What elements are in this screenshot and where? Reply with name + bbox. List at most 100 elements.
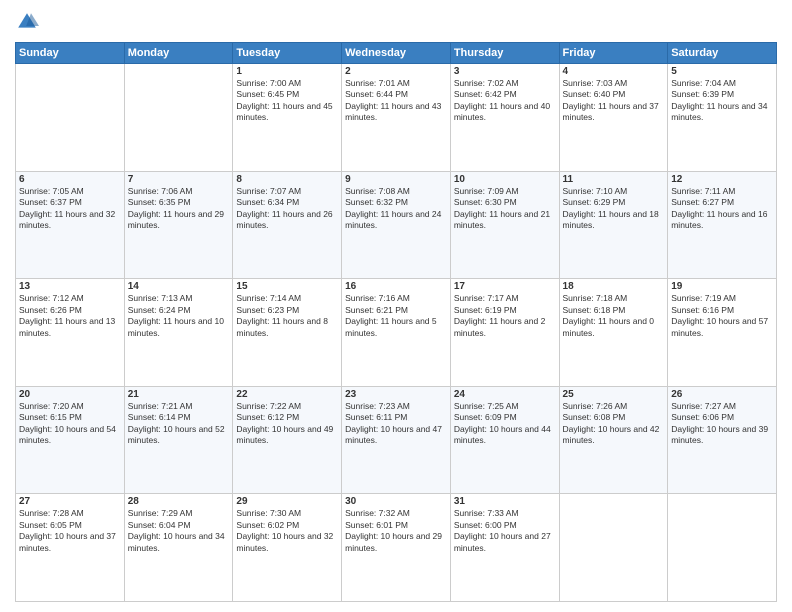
day-info: Sunrise: 7:06 AMSunset: 6:35 PMDaylight:… xyxy=(128,186,230,232)
calendar-day-cell: 24Sunrise: 7:25 AMSunset: 6:09 PMDayligh… xyxy=(450,386,559,494)
day-info: Sunrise: 7:09 AMSunset: 6:30 PMDaylight:… xyxy=(454,186,556,232)
day-number: 14 xyxy=(128,281,230,292)
day-info: Sunrise: 7:07 AMSunset: 6:34 PMDaylight:… xyxy=(236,186,338,232)
day-info: Sunrise: 7:32 AMSunset: 6:01 PMDaylight:… xyxy=(345,508,447,554)
day-info: Sunrise: 7:18 AMSunset: 6:18 PMDaylight:… xyxy=(563,293,665,339)
day-number: 10 xyxy=(454,174,556,185)
day-info: Sunrise: 7:27 AMSunset: 6:06 PMDaylight:… xyxy=(671,401,773,447)
calendar-day-cell: 1Sunrise: 7:00 AMSunset: 6:45 PMDaylight… xyxy=(233,64,342,172)
day-info: Sunrise: 7:03 AMSunset: 6:40 PMDaylight:… xyxy=(563,78,665,124)
day-info: Sunrise: 7:25 AMSunset: 6:09 PMDaylight:… xyxy=(454,401,556,447)
day-number: 13 xyxy=(19,281,121,292)
calendar-day-cell: 22Sunrise: 7:22 AMSunset: 6:12 PMDayligh… xyxy=(233,386,342,494)
day-number: 4 xyxy=(563,66,665,77)
day-number: 24 xyxy=(454,389,556,400)
day-info: Sunrise: 7:19 AMSunset: 6:16 PMDaylight:… xyxy=(671,293,773,339)
day-info: Sunrise: 7:14 AMSunset: 6:23 PMDaylight:… xyxy=(236,293,338,339)
day-info: Sunrise: 7:26 AMSunset: 6:08 PMDaylight:… xyxy=(563,401,665,447)
calendar-day-cell: 7Sunrise: 7:06 AMSunset: 6:35 PMDaylight… xyxy=(124,171,233,279)
day-info: Sunrise: 7:04 AMSunset: 6:39 PMDaylight:… xyxy=(671,78,773,124)
weekday-header: Tuesday xyxy=(233,43,342,64)
calendar-day-cell: 20Sunrise: 7:20 AMSunset: 6:15 PMDayligh… xyxy=(16,386,125,494)
day-number: 15 xyxy=(236,281,338,292)
day-number: 5 xyxy=(671,66,773,77)
calendar-day-cell: 2Sunrise: 7:01 AMSunset: 6:44 PMDaylight… xyxy=(342,64,451,172)
calendar-day-cell: 19Sunrise: 7:19 AMSunset: 6:16 PMDayligh… xyxy=(668,279,777,387)
weekday-header: Sunday xyxy=(16,43,125,64)
calendar-day-cell: 21Sunrise: 7:21 AMSunset: 6:14 PMDayligh… xyxy=(124,386,233,494)
day-number: 23 xyxy=(345,389,447,400)
day-info: Sunrise: 7:16 AMSunset: 6:21 PMDaylight:… xyxy=(345,293,447,339)
calendar-week-row: 13Sunrise: 7:12 AMSunset: 6:26 PMDayligh… xyxy=(16,279,777,387)
day-number: 17 xyxy=(454,281,556,292)
day-number: 18 xyxy=(563,281,665,292)
day-info: Sunrise: 7:29 AMSunset: 6:04 PMDaylight:… xyxy=(128,508,230,554)
calendar-day-cell: 14Sunrise: 7:13 AMSunset: 6:24 PMDayligh… xyxy=(124,279,233,387)
calendar-day-cell: 3Sunrise: 7:02 AMSunset: 6:42 PMDaylight… xyxy=(450,64,559,172)
day-info: Sunrise: 7:02 AMSunset: 6:42 PMDaylight:… xyxy=(454,78,556,124)
day-number: 2 xyxy=(345,66,447,77)
calendar-week-row: 27Sunrise: 7:28 AMSunset: 6:05 PMDayligh… xyxy=(16,494,777,602)
header xyxy=(15,10,777,34)
day-number: 16 xyxy=(345,281,447,292)
weekday-header: Monday xyxy=(124,43,233,64)
calendar-day-cell: 9Sunrise: 7:08 AMSunset: 6:32 PMDaylight… xyxy=(342,171,451,279)
day-number: 21 xyxy=(128,389,230,400)
calendar-day-cell: 27Sunrise: 7:28 AMSunset: 6:05 PMDayligh… xyxy=(16,494,125,602)
day-info: Sunrise: 7:23 AMSunset: 6:11 PMDaylight:… xyxy=(345,401,447,447)
calendar-day-cell: 13Sunrise: 7:12 AMSunset: 6:26 PMDayligh… xyxy=(16,279,125,387)
day-info: Sunrise: 7:33 AMSunset: 6:00 PMDaylight:… xyxy=(454,508,556,554)
day-number: 20 xyxy=(19,389,121,400)
calendar-day-cell: 15Sunrise: 7:14 AMSunset: 6:23 PMDayligh… xyxy=(233,279,342,387)
calendar-day-cell: 12Sunrise: 7:11 AMSunset: 6:27 PMDayligh… xyxy=(668,171,777,279)
day-number: 31 xyxy=(454,496,556,507)
day-number: 28 xyxy=(128,496,230,507)
calendar-day-cell xyxy=(668,494,777,602)
calendar-day-cell: 6Sunrise: 7:05 AMSunset: 6:37 PMDaylight… xyxy=(16,171,125,279)
calendar-day-cell: 8Sunrise: 7:07 AMSunset: 6:34 PMDaylight… xyxy=(233,171,342,279)
calendar-day-cell: 29Sunrise: 7:30 AMSunset: 6:02 PMDayligh… xyxy=(233,494,342,602)
calendar-header-row: SundayMondayTuesdayWednesdayThursdayFrid… xyxy=(16,43,777,64)
weekday-header: Saturday xyxy=(668,43,777,64)
day-number: 12 xyxy=(671,174,773,185)
day-info: Sunrise: 7:20 AMSunset: 6:15 PMDaylight:… xyxy=(19,401,121,447)
calendar-day-cell: 16Sunrise: 7:16 AMSunset: 6:21 PMDayligh… xyxy=(342,279,451,387)
calendar-day-cell: 5Sunrise: 7:04 AMSunset: 6:39 PMDaylight… xyxy=(668,64,777,172)
day-info: Sunrise: 7:08 AMSunset: 6:32 PMDaylight:… xyxy=(345,186,447,232)
day-info: Sunrise: 7:01 AMSunset: 6:44 PMDaylight:… xyxy=(345,78,447,124)
day-number: 8 xyxy=(236,174,338,185)
day-number: 9 xyxy=(345,174,447,185)
day-number: 26 xyxy=(671,389,773,400)
day-number: 1 xyxy=(236,66,338,77)
day-info: Sunrise: 7:22 AMSunset: 6:12 PMDaylight:… xyxy=(236,401,338,447)
day-number: 3 xyxy=(454,66,556,77)
calendar-day-cell: 23Sunrise: 7:23 AMSunset: 6:11 PMDayligh… xyxy=(342,386,451,494)
calendar-week-row: 1Sunrise: 7:00 AMSunset: 6:45 PMDaylight… xyxy=(16,64,777,172)
calendar-day-cell: 31Sunrise: 7:33 AMSunset: 6:00 PMDayligh… xyxy=(450,494,559,602)
page: SundayMondayTuesdayWednesdayThursdayFrid… xyxy=(0,0,792,612)
day-number: 29 xyxy=(236,496,338,507)
day-info: Sunrise: 7:11 AMSunset: 6:27 PMDaylight:… xyxy=(671,186,773,232)
calendar-day-cell: 10Sunrise: 7:09 AMSunset: 6:30 PMDayligh… xyxy=(450,171,559,279)
day-info: Sunrise: 7:00 AMSunset: 6:45 PMDaylight:… xyxy=(236,78,338,124)
day-info: Sunrise: 7:13 AMSunset: 6:24 PMDaylight:… xyxy=(128,293,230,339)
day-number: 19 xyxy=(671,281,773,292)
day-info: Sunrise: 7:30 AMSunset: 6:02 PMDaylight:… xyxy=(236,508,338,554)
day-info: Sunrise: 7:17 AMSunset: 6:19 PMDaylight:… xyxy=(454,293,556,339)
calendar-week-row: 20Sunrise: 7:20 AMSunset: 6:15 PMDayligh… xyxy=(16,386,777,494)
day-info: Sunrise: 7:10 AMSunset: 6:29 PMDaylight:… xyxy=(563,186,665,232)
calendar-day-cell: 28Sunrise: 7:29 AMSunset: 6:04 PMDayligh… xyxy=(124,494,233,602)
day-info: Sunrise: 7:12 AMSunset: 6:26 PMDaylight:… xyxy=(19,293,121,339)
calendar-week-row: 6Sunrise: 7:05 AMSunset: 6:37 PMDaylight… xyxy=(16,171,777,279)
day-number: 25 xyxy=(563,389,665,400)
calendar-day-cell: 4Sunrise: 7:03 AMSunset: 6:40 PMDaylight… xyxy=(559,64,668,172)
day-number: 22 xyxy=(236,389,338,400)
day-info: Sunrise: 7:05 AMSunset: 6:37 PMDaylight:… xyxy=(19,186,121,232)
calendar-table: SundayMondayTuesdayWednesdayThursdayFrid… xyxy=(15,42,777,602)
calendar-day-cell xyxy=(16,64,125,172)
day-info: Sunrise: 7:28 AMSunset: 6:05 PMDaylight:… xyxy=(19,508,121,554)
calendar-day-cell: 18Sunrise: 7:18 AMSunset: 6:18 PMDayligh… xyxy=(559,279,668,387)
weekday-header: Friday xyxy=(559,43,668,64)
calendar-day-cell: 17Sunrise: 7:17 AMSunset: 6:19 PMDayligh… xyxy=(450,279,559,387)
day-number: 27 xyxy=(19,496,121,507)
